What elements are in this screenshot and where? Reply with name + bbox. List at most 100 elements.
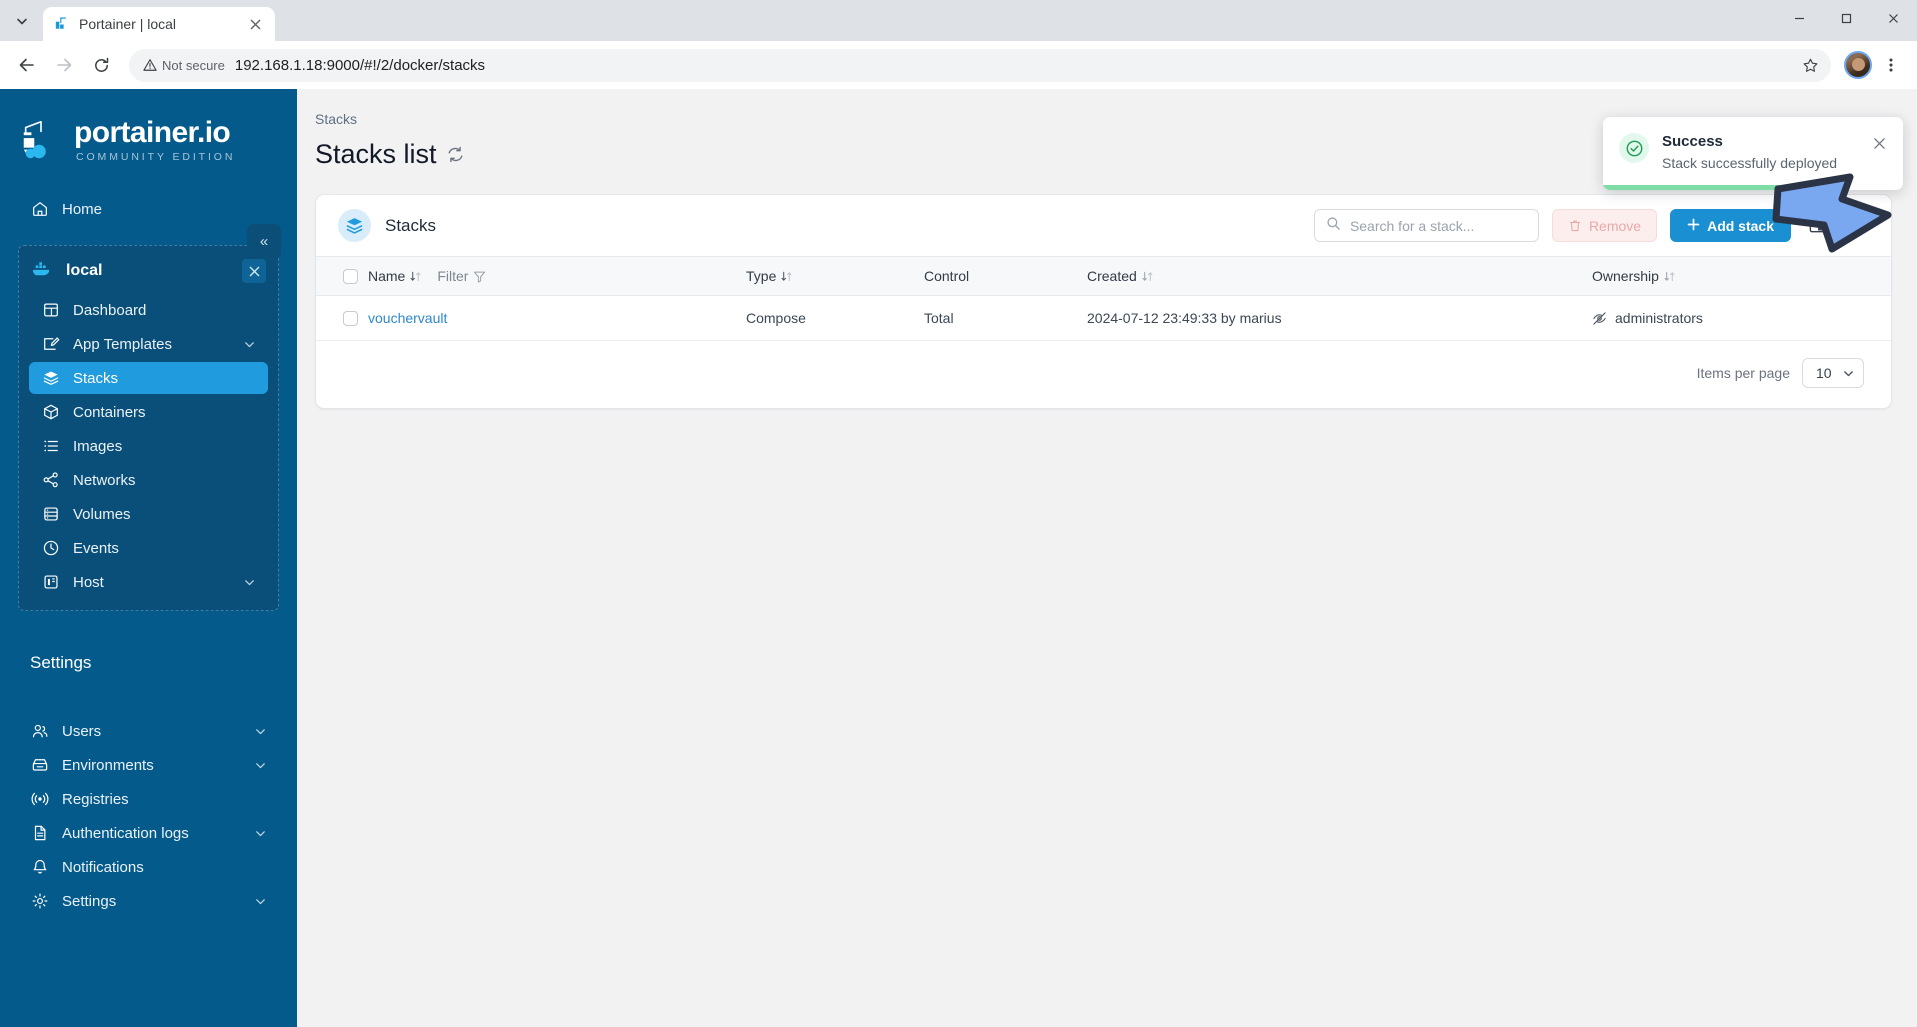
home-icon: [30, 200, 49, 219]
back-arrow-icon[interactable]: [10, 48, 44, 82]
add-stack-button[interactable]: Add stack: [1670, 209, 1791, 242]
toast-title: Success: [1662, 133, 1723, 150]
users-icon: [30, 722, 49, 741]
refresh-icon[interactable]: [446, 145, 465, 164]
card-actions: Remove Add stack: [1313, 209, 1869, 242]
chevron-down-icon[interactable]: [243, 576, 256, 589]
cell-ownership: administrators: [1592, 295, 1891, 341]
close-icon[interactable]: [1869, 133, 1889, 153]
close-icon[interactable]: [242, 259, 266, 283]
search-box[interactable]: [1313, 209, 1539, 242]
sidebar-item-label: Home: [62, 200, 103, 218]
sort-icon: [1141, 270, 1154, 283]
sidebar-item-stacks[interactable]: Stacks: [29, 362, 268, 394]
column-label: Type: [746, 268, 777, 284]
select-all-header: [316, 256, 368, 296]
container-box-icon: [41, 403, 60, 422]
chevron-down-icon[interactable]: [243, 338, 256, 351]
three-dot-menu-icon[interactable]: [1843, 213, 1869, 239]
address-bar[interactable]: Not secure 192.168.1.18:9000/#!/2/docker…: [129, 48, 1831, 82]
sidebar-item-volumes[interactable]: Volumes: [29, 498, 268, 530]
images-list-icon: [41, 437, 60, 456]
portainer-favicon: [53, 16, 70, 33]
chevron-down-icon[interactable]: [254, 895, 267, 908]
minimize-icon[interactable]: [1776, 0, 1823, 36]
filter-label: Filter: [437, 268, 469, 284]
registries-broadcast-icon: [30, 790, 49, 809]
table-row[interactable]: vouchervault Compose Total 2024-07-12 23…: [316, 295, 1891, 341]
chevron-down-icon[interactable]: [254, 759, 267, 772]
security-label: Not secure: [162, 57, 225, 73]
sidebar-item-label: Events: [73, 539, 119, 557]
card-header: Stacks Remove: [316, 195, 1891, 256]
search-input[interactable]: [1349, 217, 1527, 234]
items-per-page-select[interactable]: 10: [1802, 358, 1864, 388]
browser-toolbar: Not secure 192.168.1.18:9000/#!/2/docker…: [0, 41, 1917, 89]
sidebar-item-label: Settings: [62, 892, 117, 910]
card-title: Stacks: [385, 215, 437, 235]
page-viewport: portainer.io COMMUNITY EDITION « Home lo…: [0, 89, 1917, 1027]
environment-selector[interactable]: local: [19, 252, 278, 290]
document-log-icon: [30, 824, 49, 843]
sidebar-item-settings[interactable]: Settings: [18, 885, 279, 917]
column-label: Ownership: [1592, 268, 1659, 284]
security-indicator[interactable]: Not secure: [143, 58, 225, 73]
sidebar-item-app-templates[interactable]: App Templates: [29, 328, 268, 360]
bookmark-star-icon[interactable]: [1795, 50, 1825, 80]
cell-type: Compose: [746, 295, 924, 341]
close-icon[interactable]: [245, 14, 265, 34]
sidebar-item-notifications[interactable]: Notifications: [18, 851, 279, 883]
sidebar-item-label: Authentication logs: [62, 824, 189, 842]
column-header-ownership[interactable]: Ownership: [1592, 256, 1891, 296]
stack-name-link[interactable]: vouchervault: [368, 310, 447, 326]
url-text: 192.168.1.18:9000/#!/2/docker/stacks: [234, 56, 486, 74]
filter-control[interactable]: Filter: [437, 268, 486, 284]
sidebar-item-environments[interactable]: Environments: [18, 749, 279, 781]
sidebar-item-images[interactable]: Images: [29, 430, 268, 462]
chevron-down-icon[interactable]: [254, 725, 267, 738]
stacks-layers-icon: [338, 209, 371, 242]
select-all-checkbox[interactable]: [343, 268, 358, 284]
sidebar-item-label: Environments: [62, 756, 154, 774]
maximize-icon[interactable]: [1823, 0, 1870, 36]
trash-icon: [1569, 220, 1581, 231]
sidebar-item-events[interactable]: Events: [29, 532, 268, 564]
remove-button[interactable]: Remove: [1551, 209, 1658, 242]
sidebar-item-host[interactable]: Host: [29, 566, 268, 598]
column-label: Control: [924, 268, 970, 284]
settings-nav: Users Environments Registries Authenticatio…: [0, 715, 297, 919]
column-header-name[interactable]: Name Filter: [368, 256, 746, 296]
chevron-down-icon[interactable]: [254, 827, 267, 840]
reload-icon[interactable]: [84, 48, 118, 82]
browser-window: Portainer | local Not secure 192.168.1.1…: [0, 0, 1917, 1027]
sidebar-item-label: Images: [73, 437, 123, 455]
three-dot-menu-icon[interactable]: [1875, 49, 1907, 81]
columns-layout-icon[interactable]: [1804, 213, 1830, 239]
environment-nav: Dashboard App Templates Stacks Containers Im…: [19, 294, 278, 598]
sidebar-collapse-button[interactable]: «: [247, 224, 281, 258]
tab-list-icon[interactable]: [4, 4, 40, 38]
browser-tab[interactable]: Portainer | local: [43, 7, 275, 41]
row-checkbox[interactable]: [343, 310, 358, 326]
profile-avatar[interactable]: [1844, 51, 1872, 79]
sidebar-item-users[interactable]: Users: [18, 715, 279, 747]
sidebar-item-dashboard[interactable]: Dashboard: [29, 294, 268, 326]
column-header-created[interactable]: Created: [1087, 256, 1592, 296]
window-close-icon[interactable]: [1870, 0, 1917, 36]
table-body: vouchervault Compose Total 2024-07-12 23…: [316, 295, 1891, 341]
sidebar-item-containers[interactable]: Containers: [29, 396, 268, 428]
stacks-card: Stacks Remove: [315, 194, 1892, 409]
column-header-type[interactable]: Type: [746, 256, 924, 296]
items-per-page-value: 10: [1816, 365, 1832, 381]
bell-icon: [30, 858, 49, 877]
brand-logo-block[interactable]: portainer.io COMMUNITY EDITION: [0, 107, 297, 167]
sidebar-item-label: Stacks: [73, 369, 119, 387]
sidebar-item-label: Notifications: [62, 858, 144, 876]
sidebar-item-authentication-logs[interactable]: Authentication logs: [18, 817, 279, 849]
stacks-table: Name Filter Type Control Created Ownersh…: [316, 256, 1891, 341]
sidebar-item-registries[interactable]: Registries: [18, 783, 279, 815]
browser-tabstrip: Portainer | local: [0, 0, 1917, 41]
row-select-cell: [316, 295, 368, 341]
sidebar-item-networks[interactable]: Networks: [29, 464, 268, 496]
sidebar-item-home[interactable]: Home: [18, 193, 279, 225]
